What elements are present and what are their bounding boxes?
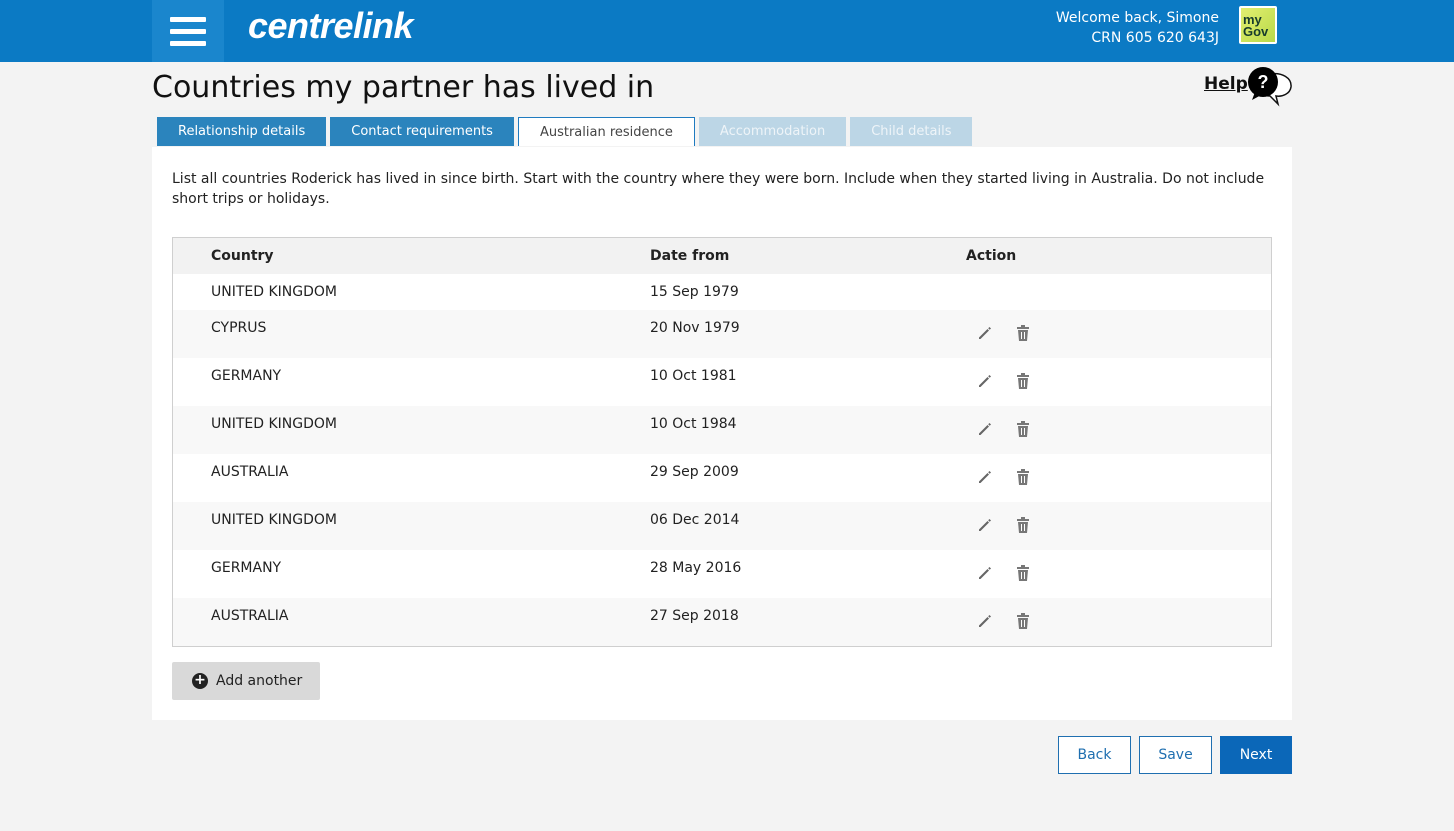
plus-circle-icon: + bbox=[192, 673, 208, 689]
country-cell: AUSTRALIA bbox=[211, 464, 289, 480]
date-from-cell: 27 Sep 2018 bbox=[650, 608, 739, 624]
date-from-cell: 10 Oct 1981 bbox=[650, 368, 737, 384]
country-cell: GERMANY bbox=[211, 560, 282, 576]
mygov-logo[interactable]: my Gov bbox=[1239, 6, 1277, 44]
date-from-cell: 20 Nov 1979 bbox=[650, 320, 740, 336]
header-country: Country bbox=[211, 248, 274, 264]
help-speech-bubble-icon[interactable]: ? bbox=[1246, 66, 1294, 108]
instructions-text: List all countries Roderick has lived in… bbox=[172, 171, 1265, 207]
tab-child-details: Child details bbox=[850, 117, 973, 147]
page-title: Countries my partner has lived in bbox=[152, 70, 655, 105]
next-button[interactable]: Next bbox=[1220, 736, 1292, 774]
table-row: UNITED KINGDOM 15 Sep 1979 bbox=[173, 274, 1271, 310]
date-from-cell: 29 Sep 2009 bbox=[650, 464, 739, 480]
edit-pencil-icon[interactable] bbox=[976, 420, 994, 442]
tab-contact-requirements[interactable]: Contact requirements bbox=[330, 117, 514, 147]
centrelink-logo[interactable]: centrelink bbox=[248, 4, 414, 48]
countries-table: Country Date from Action UNITED KINGDOM 1… bbox=[172, 237, 1272, 647]
table-row: AUSTRALIA 27 Sep 2018 bbox=[173, 598, 1271, 646]
top-bar: centrelink Welcome back, Simone CRN 605 … bbox=[0, 0, 1454, 62]
edit-pencil-icon[interactable] bbox=[976, 468, 994, 490]
delete-trash-icon[interactable] bbox=[1015, 372, 1031, 394]
date-from-cell: 28 May 2016 bbox=[650, 560, 742, 576]
country-cell: GERMANY bbox=[211, 368, 282, 384]
edit-pencil-icon[interactable] bbox=[976, 516, 994, 538]
help-link[interactable]: Help ? bbox=[1204, 66, 1294, 110]
table-row: AUSTRALIA 29 Sep 2009 bbox=[173, 454, 1271, 502]
header-action: Action bbox=[966, 248, 1017, 264]
date-from-cell: 15 Sep 1979 bbox=[650, 284, 739, 300]
table-row: UNITED KINGDOM 10 Oct 1984 bbox=[173, 406, 1271, 454]
add-another-label: Add another bbox=[216, 673, 303, 689]
add-another-button[interactable]: + Add another bbox=[172, 662, 320, 700]
country-cell: UNITED KINGDOM bbox=[211, 284, 337, 300]
date-from-cell: 10 Oct 1984 bbox=[650, 416, 737, 432]
date-from-cell: 06 Dec 2014 bbox=[650, 512, 740, 528]
tab-relationship-details[interactable]: Relationship details bbox=[157, 117, 327, 147]
delete-trash-icon[interactable] bbox=[1015, 564, 1031, 586]
edit-pencil-icon[interactable] bbox=[976, 324, 994, 346]
table-row: GERMANY 28 May 2016 bbox=[173, 550, 1271, 598]
delete-trash-icon[interactable] bbox=[1015, 324, 1031, 346]
table-row: GERMANY 10 Oct 1981 bbox=[173, 358, 1271, 406]
help-question-mark: ? bbox=[1258, 72, 1269, 92]
delete-trash-icon[interactable] bbox=[1015, 420, 1031, 442]
save-button[interactable]: Save bbox=[1139, 736, 1212, 774]
tab-accommodation: Accommodation bbox=[698, 117, 847, 147]
help-label[interactable]: Help bbox=[1204, 74, 1248, 94]
crn-text: CRN 605 620 643J bbox=[1091, 30, 1219, 46]
hamburger-icon-line bbox=[170, 40, 206, 46]
country-cell: CYPRUS bbox=[211, 320, 267, 336]
country-cell: UNITED KINGDOM bbox=[211, 416, 337, 432]
mygov-logo-mark: my Gov bbox=[1241, 8, 1275, 42]
tab-bar: Relationship details Contact requirement… bbox=[157, 117, 973, 147]
back-button[interactable]: Back bbox=[1058, 736, 1131, 774]
edit-pencil-icon[interactable] bbox=[976, 372, 994, 394]
hamburger-icon-line bbox=[170, 28, 206, 34]
edit-pencil-icon[interactable] bbox=[976, 564, 994, 586]
edit-pencil-icon[interactable] bbox=[976, 612, 994, 634]
menu-button[interactable] bbox=[152, 0, 224, 62]
content-panel: List all countries Roderick has lived in… bbox=[151, 146, 1293, 721]
delete-trash-icon[interactable] bbox=[1015, 516, 1031, 538]
table-row: CYPRUS 20 Nov 1979 bbox=[173, 310, 1271, 358]
header-date-from: Date from bbox=[650, 248, 730, 264]
user-info: Welcome back, Simone CRN 605 620 643J bbox=[1056, 8, 1219, 48]
table-header: Country Date from Action bbox=[173, 238, 1271, 274]
hamburger-icon-line bbox=[170, 16, 206, 22]
delete-trash-icon[interactable] bbox=[1015, 468, 1031, 490]
delete-trash-icon[interactable] bbox=[1015, 612, 1031, 634]
tab-australian-residence[interactable]: Australian residence bbox=[517, 117, 695, 147]
country-cell: AUSTRALIA bbox=[211, 608, 289, 624]
country-cell: UNITED KINGDOM bbox=[211, 512, 337, 528]
table-row: UNITED KINGDOM 06 Dec 2014 bbox=[173, 502, 1271, 550]
welcome-text: Welcome back, Simone bbox=[1055, 10, 1219, 26]
